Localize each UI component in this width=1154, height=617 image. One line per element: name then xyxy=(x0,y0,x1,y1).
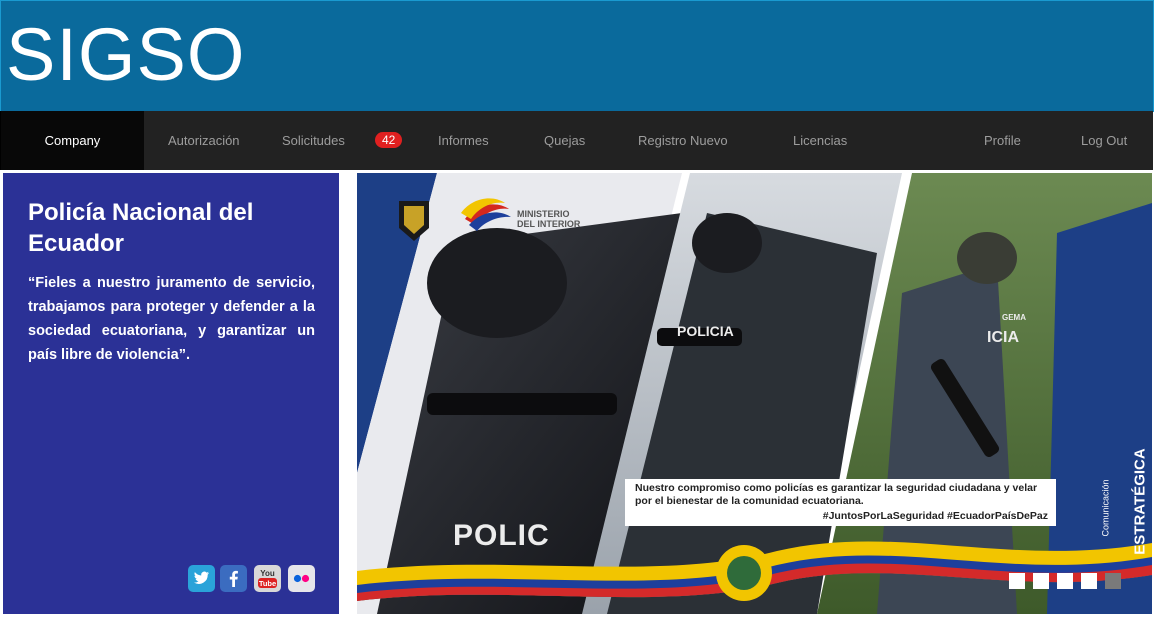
nav-autorizacion[interactable]: Autorización xyxy=(168,111,240,170)
carousel-dot-3[interactable] xyxy=(1057,573,1073,589)
app-title[interactable]: SIGSO xyxy=(6,13,245,97)
youtube-icon[interactable]: You Tube xyxy=(254,565,281,592)
vest-label-left: POLIC xyxy=(453,519,550,552)
flickr-icon[interactable] xyxy=(288,565,315,592)
vest-label-right: ICIA xyxy=(987,329,1019,346)
svg-text:Tube: Tube xyxy=(259,579,276,588)
carousel-dot-4[interactable] xyxy=(1081,573,1097,589)
main-navbar: Company Autorización Solicitudes 42 Info… xyxy=(0,111,1153,170)
nav-solicitudes[interactable]: Solicitudes xyxy=(282,111,345,170)
app-header: SIGSO xyxy=(0,0,1154,112)
nav-quejas[interactable]: Quejas xyxy=(544,111,585,170)
hero-carousel[interactable]: MINISTERIO DEL INTERIOR POLIC POLICIA IC… xyxy=(357,173,1152,614)
svg-text:You: You xyxy=(260,569,275,578)
caption-hashtags: #JuntosPorLaSeguridad #EcuadorPaísDePaz xyxy=(822,510,1048,522)
info-panel: Policía Nacional del Ecuador “Fieles a n… xyxy=(3,173,339,614)
carousel-dot-5-active[interactable] xyxy=(1105,573,1121,589)
nav-profile[interactable]: Profile xyxy=(984,111,1021,170)
ministry-label: MINISTERIO DEL INTERIOR xyxy=(517,209,581,229)
nav-licencias[interactable]: Licencias xyxy=(793,111,847,170)
comm-estrategica-label: Comunicación ESTRATÉGICA xyxy=(1100,448,1149,555)
panel-quote: “Fieles a nuestro juramento de servicio,… xyxy=(28,275,315,363)
nav-registro-nuevo[interactable]: Registro Nuevo xyxy=(638,111,728,170)
carousel-dot-2[interactable] xyxy=(1033,573,1049,589)
caption-text: Nuestro compromiso como policías es gara… xyxy=(635,482,1038,507)
carousel-dot-1[interactable] xyxy=(1009,573,1025,589)
nav-company[interactable]: Company xyxy=(1,111,144,170)
banner-caption: Nuestro compromiso como policías es gara… xyxy=(625,479,1056,526)
panel-title: Policía Nacional del Ecuador xyxy=(28,199,254,257)
twitter-icon[interactable] xyxy=(188,565,215,592)
facebook-icon[interactable] xyxy=(220,565,247,592)
vest-label-gema: GEMA xyxy=(1002,313,1026,322)
vest-label-center: POLICIA xyxy=(677,323,734,339)
solicitudes-count-badge: 42 xyxy=(375,132,403,148)
nav-logout[interactable]: Log Out xyxy=(1081,111,1127,170)
nav-informes[interactable]: Informes xyxy=(438,111,489,170)
